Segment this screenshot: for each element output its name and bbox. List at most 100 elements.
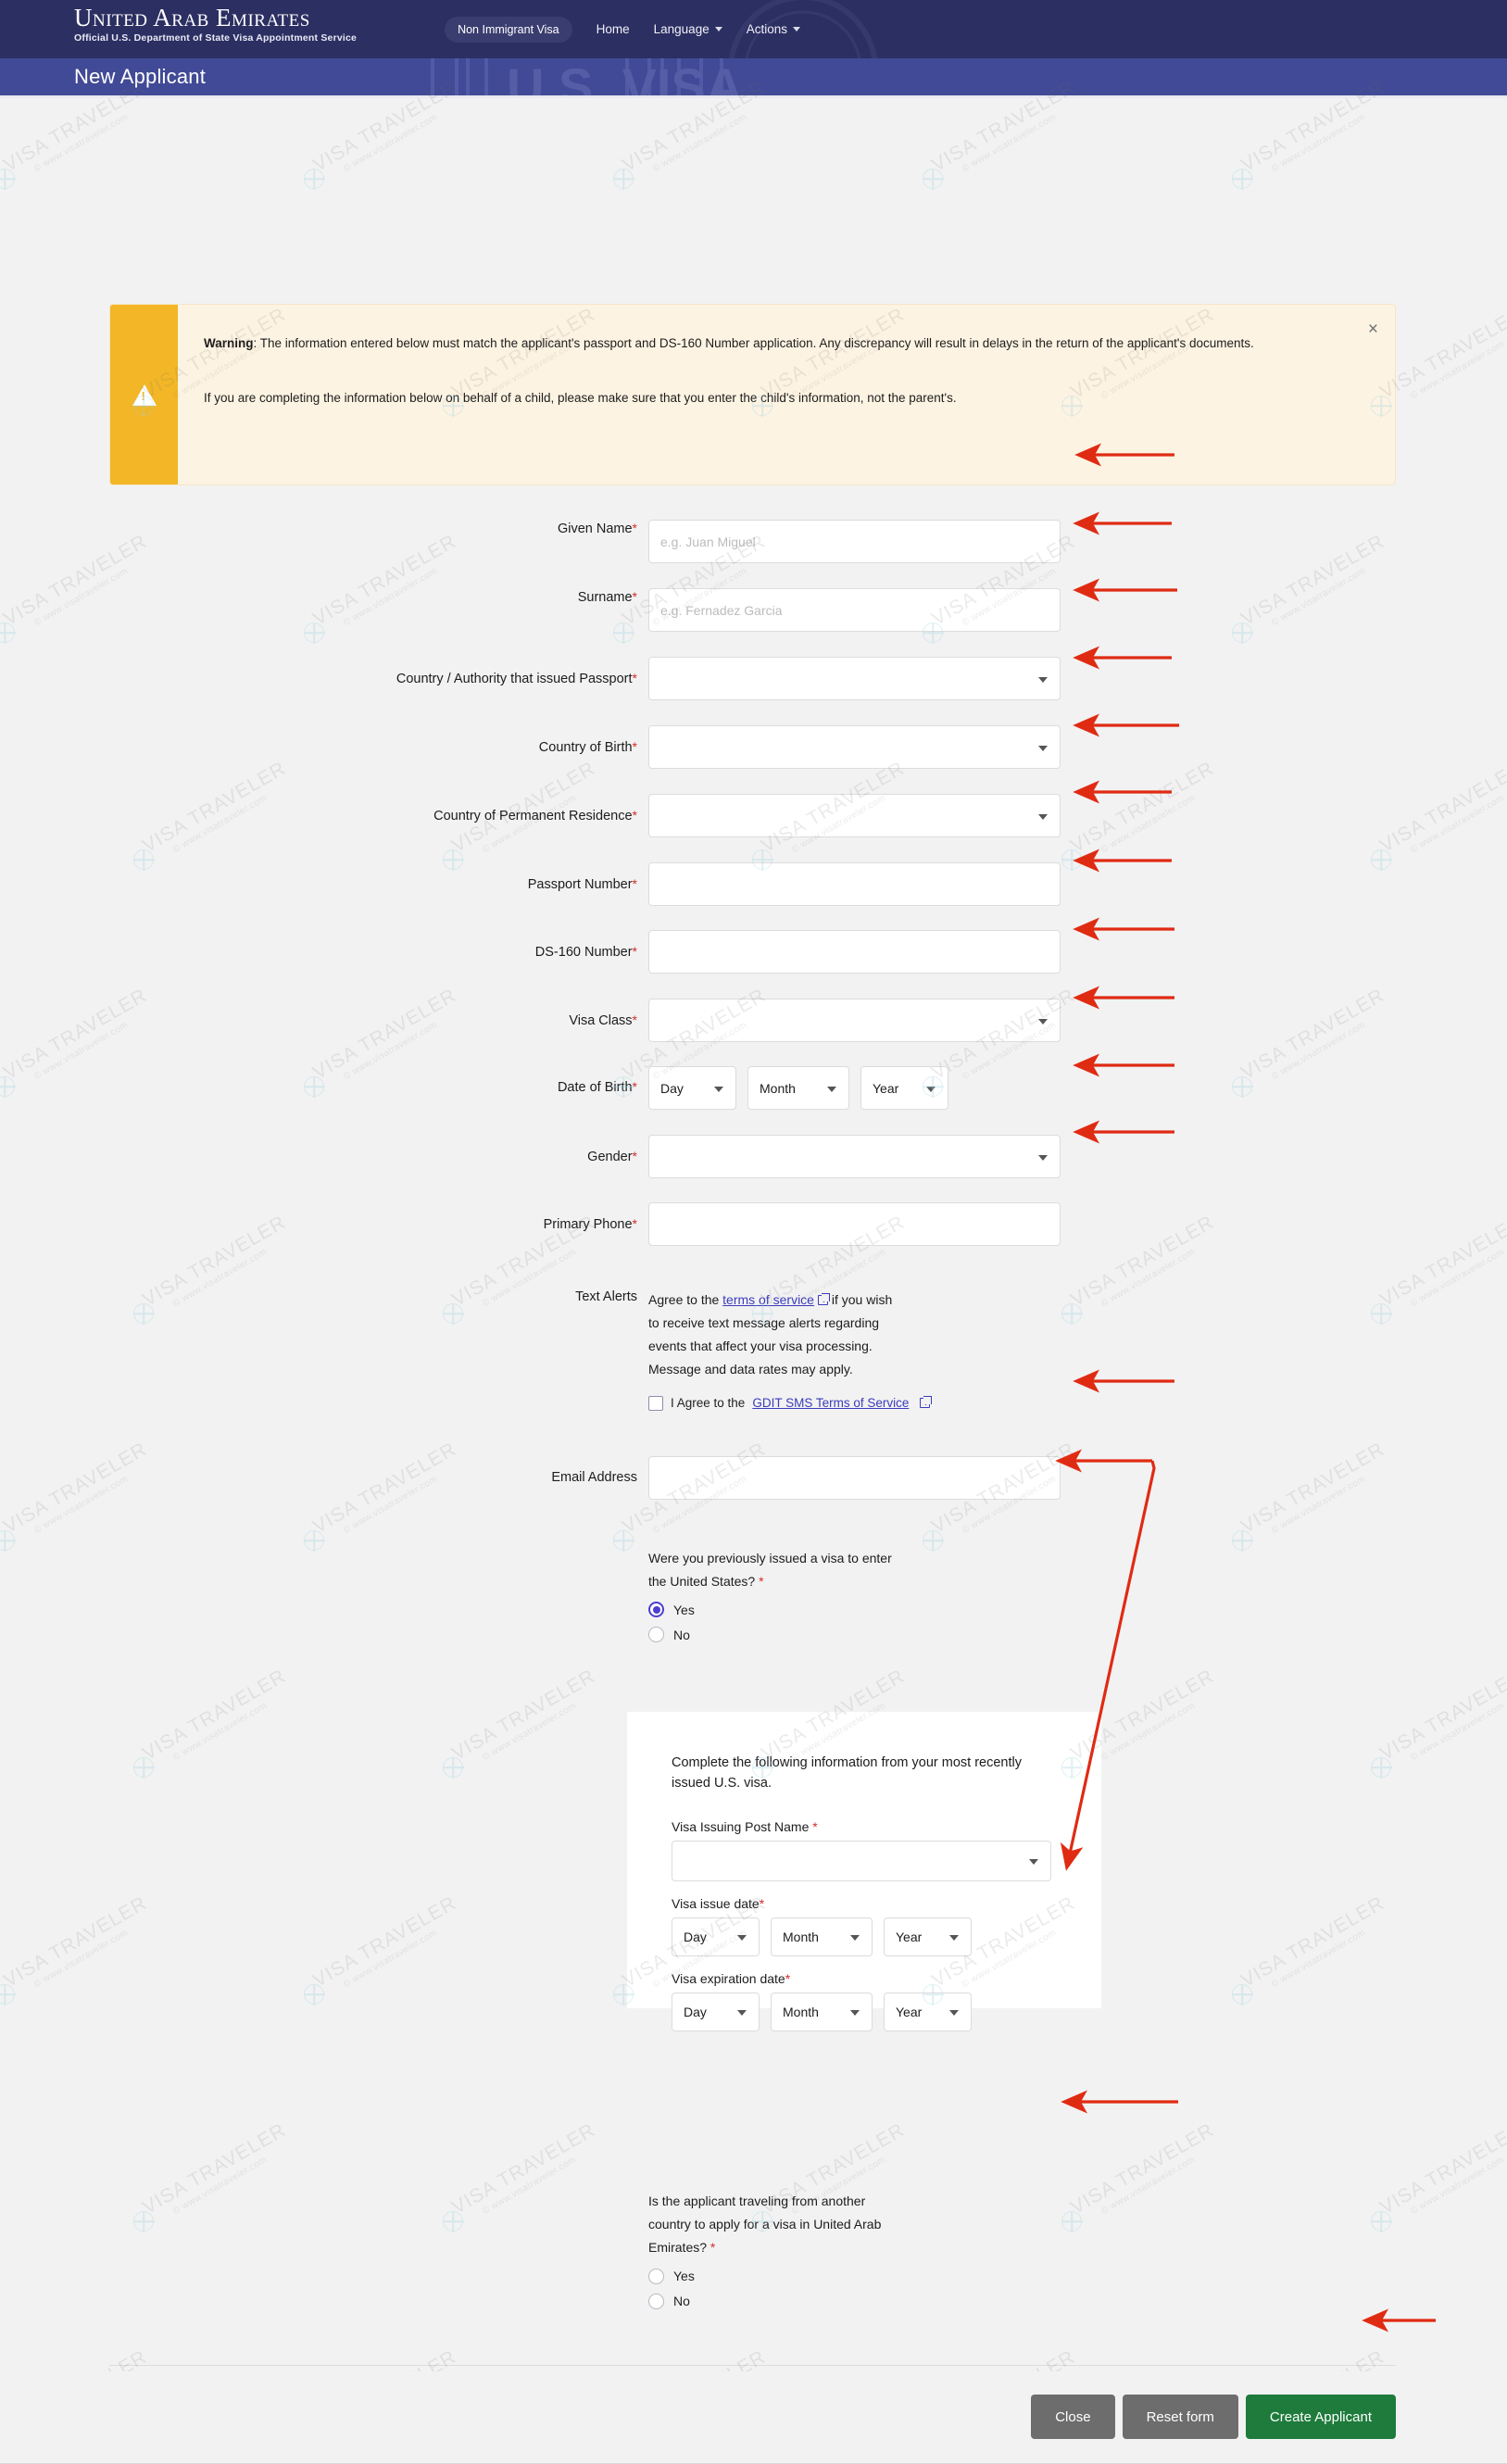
external-link-icon (920, 1396, 933, 1409)
title-band-edge (0, 95, 1507, 98)
label-passport-number: Passport Number* (0, 862, 648, 895)
dob-year-select[interactable]: Year (860, 1066, 948, 1110)
watermark-sub: © www.visatraveler.com (1099, 1701, 1198, 1764)
watermark-sub: © www.visatraveler.com (32, 2366, 157, 2371)
primary-phone-input[interactable] (648, 1202, 1061, 1246)
row-primary-phone: Primary Phone* (0, 1202, 1507, 1246)
watermark-main: VISA TRAVELER (619, 2346, 770, 2371)
watermark-text: VISA TRAVELER© www.visatraveler.com (309, 2346, 466, 2371)
required-asterisk: * (632, 1012, 637, 1027)
watermark-main: VISA TRAVELER (309, 1892, 460, 1992)
label-country-of-birth-text: Country of Birth (538, 740, 633, 755)
previous-visa-yes-option[interactable]: Yes (648, 1602, 1507, 1618)
surname-input[interactable]: e.g. Fernadez Garcia (648, 588, 1061, 632)
previous-visa-question-text: Were you previously issued a visa to ent… (648, 1547, 908, 1593)
nav-home[interactable]: Home (587, 17, 639, 42)
required-asterisk: * (632, 1216, 637, 1231)
previous-visa-yes-radio[interactable] (648, 1602, 664, 1618)
watermark-main: VISA TRAVELER (1376, 303, 1507, 403)
gdit-sms-terms-link[interactable]: GDIT SMS Terms of Service (752, 1396, 909, 1410)
brand-title: United Arab Emirates (74, 4, 310, 31)
required-asterisk: * (632, 1149, 637, 1163)
label-date-of-birth: Date of Birth* (0, 1066, 648, 1098)
visa-issuing-post-block: Visa Issuing Post Name * (672, 1819, 1101, 1881)
nav-actions[interactable]: Actions (737, 17, 810, 42)
page-title-band: U.S. VISA New Applicant (0, 58, 1507, 95)
country-of-residence-select[interactable] (648, 794, 1061, 837)
control-date-of-birth: Day Month Year (648, 1066, 1507, 1110)
visa-issue-day-select[interactable]: Day (672, 1917, 760, 1956)
watermark-globe-icon (133, 2211, 154, 2231)
traveling-yes-radio[interactable] (648, 2268, 664, 2284)
passport-country-select[interactable] (648, 657, 1061, 700)
visa-issue-year-select[interactable]: Year (884, 1917, 972, 1956)
dob-day-select[interactable]: Day (648, 1066, 736, 1110)
row-ds160-number: DS-160 Number* (0, 930, 1507, 974)
given-name-input[interactable]: e.g. Juan Miguel (648, 520, 1061, 563)
visa-expiration-day-select[interactable]: Day (672, 1992, 760, 2031)
close-button[interactable]: Close (1031, 2395, 1115, 2439)
nav-language[interactable]: Language (645, 17, 732, 42)
close-icon[interactable]: × (1368, 321, 1378, 338)
row-gender: Gender* (0, 1135, 1507, 1178)
previous-visa-panel-intro: Complete the following information from … (672, 1755, 1022, 1791)
control-gender (648, 1135, 1507, 1178)
ds160-number-input[interactable] (648, 930, 1061, 974)
control-previous-visa-question: Were you previously issued a visa to ent… (648, 1547, 1507, 1643)
reset-form-button[interactable]: Reset form (1122, 2395, 1238, 2439)
visa-expiration-month-select[interactable]: Month (771, 1992, 873, 2031)
visa-class-select[interactable] (648, 999, 1061, 1042)
row-country-of-birth: Country of Birth* (0, 725, 1507, 769)
required-asterisk: * (759, 1895, 765, 1911)
label-primary-phone-text: Primary Phone (543, 1217, 633, 1232)
watermark-globe-icon (613, 169, 634, 189)
traveling-yes-option[interactable]: Yes (648, 2268, 1130, 2284)
label-given-name-text: Given Name (557, 522, 633, 536)
watermark-text: VISA TRAVELER© www.visatraveler.com (0, 1892, 157, 2002)
required-asterisk: * (632, 589, 637, 604)
gender-select[interactable] (648, 1135, 1061, 1178)
gdit-sms-checkbox[interactable] (648, 1395, 663, 1411)
nav-non-immigrant-visa[interactable]: Non Immigrant Visa (445, 16, 572, 43)
control-visa-class (648, 999, 1507, 1042)
visa-issue-month-select[interactable]: Month (771, 1917, 873, 1956)
previous-visa-no-radio[interactable] (648, 1627, 664, 1643)
create-applicant-button[interactable]: Create Applicant (1245, 2395, 1396, 2439)
label-visa-issuing-post: Visa Issuing Post Name * (672, 1819, 1101, 1834)
traveling-no-radio[interactable] (648, 2293, 664, 2309)
label-passport-country-text: Country / Authority that issued Passport (396, 672, 633, 686)
required-asterisk: * (632, 671, 637, 685)
label-surname-text: Surname (577, 590, 633, 605)
required-asterisk: * (632, 521, 637, 535)
previous-visa-yes-label: Yes (673, 1602, 695, 1617)
control-passport-number (648, 862, 1507, 906)
alert-line-1: Warning: The information entered below m… (204, 333, 1339, 354)
passport-number-input[interactable] (648, 862, 1061, 906)
visa-expiration-year-select[interactable]: Year (884, 1992, 972, 2031)
watermark-main: VISA TRAVELER (309, 2346, 460, 2371)
gdit-sms-agreement-row[interactable]: I Agree to the GDIT SMS Terms of Service (648, 1395, 1507, 1411)
watermark-text: VISA TRAVELER© www.visatraveler.com (619, 2346, 775, 2371)
watermark-sub: © www.visatraveler.com (171, 1701, 270, 1764)
watermark-globe-icon (923, 169, 943, 189)
previous-visa-no-option[interactable]: No (648, 1627, 1507, 1643)
traveling-no-option[interactable]: No (648, 2293, 1130, 2309)
new-applicant-form: Given Name* e.g. Juan Miguel Surname* e.… (0, 520, 1507, 1643)
control-ds160-number (648, 930, 1507, 974)
dob-month-select[interactable]: Month (747, 1066, 849, 1110)
nav-home-label: Home (596, 22, 630, 36)
country-of-birth-select[interactable] (648, 725, 1061, 769)
email-address-input[interactable] (648, 1455, 1061, 1500)
row-email-address: Email Address (0, 1455, 1507, 1500)
previous-visa-details-panel: Complete the following information from … (627, 1712, 1101, 2031)
control-country-of-residence (648, 794, 1507, 837)
watermark-main: VISA TRAVELER (139, 1665, 290, 1765)
watermark-text: VISA TRAVELER© www.visatraveler.com (1376, 2119, 1507, 2229)
watermark-sub: © www.visatraveler.com (1409, 2155, 1507, 2218)
watermark-sub: © www.visatraveler.com (961, 112, 1059, 175)
row-given-name: Given Name* e.g. Juan Miguel (0, 520, 1507, 563)
label-visa-class: Visa Class* (0, 999, 648, 1031)
terms-of-service-link[interactable]: terms of service (722, 1292, 814, 1307)
visa-issuing-post-select[interactable] (672, 1840, 1051, 1881)
row-date-of-birth: Date of Birth* Day Month Year (0, 1066, 1507, 1110)
